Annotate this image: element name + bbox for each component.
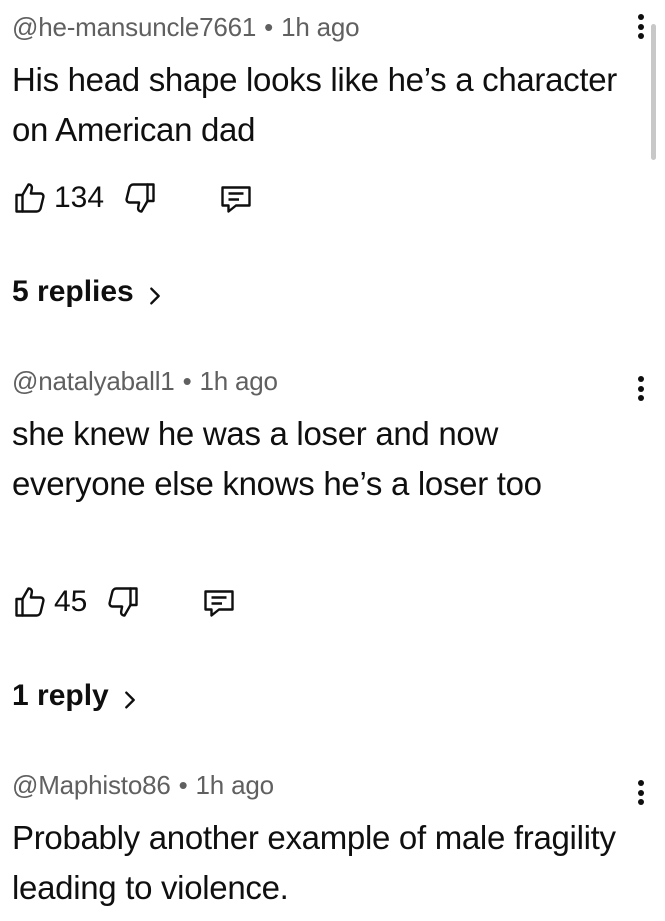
scrollbar[interactable] — [651, 24, 656, 160]
comment-meta: @he-mansuncle7661 • 1h ago — [12, 12, 625, 43]
comment-text: she knew he was a loser and now everyone… — [12, 415, 542, 502]
comment-icon[interactable] — [218, 180, 254, 216]
comment-meta: @Maphisto86 • 1h ago — [12, 770, 625, 801]
comment-time: 1h ago — [195, 770, 275, 800]
meta-separator: • — [178, 770, 188, 800]
meta-separator: • — [182, 366, 192, 396]
thumbs-down-icon[interactable] — [105, 584, 141, 620]
chevron-right-icon — [119, 685, 141, 709]
replies-label: 1 reply — [12, 679, 109, 712]
comment-actions: 45 — [12, 582, 237, 622]
thumbs-up-icon[interactable] — [12, 180, 48, 216]
comment-author[interactable]: @natalyaball1 — [12, 366, 175, 396]
comment: @natalyaball1 • 1h ago she knew he was a l… — [12, 366, 644, 509]
like-count: 45 — [54, 585, 88, 618]
comment: @he-mansuncle7661 • 1h ago His head shape … — [12, 12, 644, 155]
comment-text: Probably another example of male fragili… — [12, 819, 616, 906]
comment-time: 1h ago — [199, 366, 278, 396]
comment-actions: 134 — [12, 178, 254, 218]
replies-button[interactable]: 1 reply — [12, 679, 141, 713]
comment-meta: @natalyaball1 • 1h ago — [12, 366, 625, 397]
thumbs-up-icon[interactable] — [12, 584, 48, 620]
chevron-right-icon — [144, 281, 166, 305]
more-vertical-icon[interactable] — [635, 780, 647, 810]
comment-icon[interactable] — [201, 584, 237, 620]
thumbs-down-icon[interactable] — [122, 180, 158, 216]
comment: @Maphisto86 • 1h ago Probably another exam… — [12, 770, 644, 913]
replies-label: 5 replies — [12, 275, 134, 308]
meta-separator: • — [264, 12, 274, 42]
comment-time: 1h ago — [281, 12, 360, 42]
replies-button[interactable]: 5 replies — [12, 275, 166, 309]
comment-author[interactable]: @he-mansuncle7661 — [12, 12, 256, 42]
more-vertical-icon[interactable] — [635, 14, 647, 44]
comment-author[interactable]: @Maphisto86 — [12, 770, 171, 800]
more-vertical-icon[interactable] — [635, 376, 647, 406]
comment-text: His head shape looks like he’s a charact… — [12, 61, 617, 148]
like-count: 134 — [54, 181, 105, 214]
